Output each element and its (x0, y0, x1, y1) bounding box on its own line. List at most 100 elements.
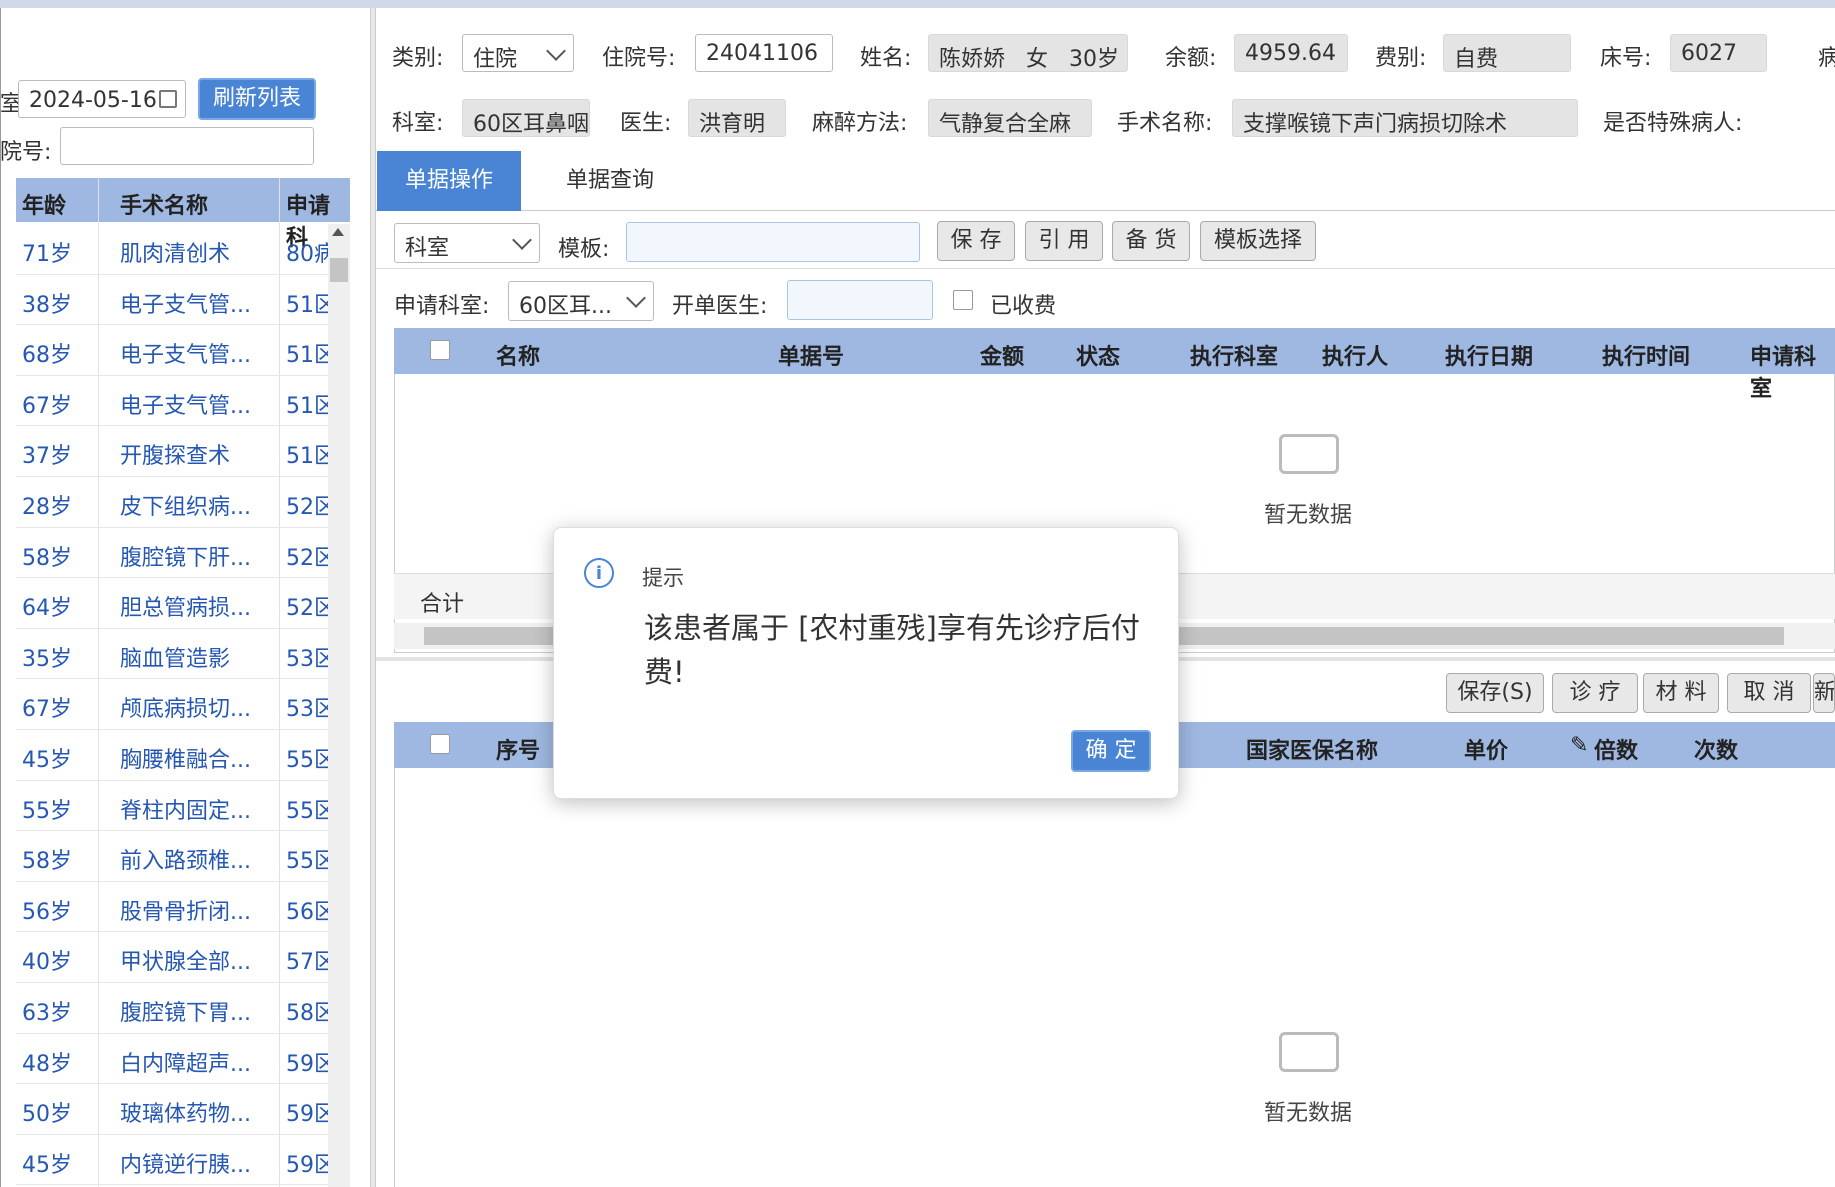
col-surgery: 手术名称 (120, 194, 209, 219)
row-dept: 52区 (286, 494, 330, 520)
row-surgery: 电子支气管... (120, 393, 251, 419)
row-age: 58岁 (22, 545, 72, 571)
tab-document-operation[interactable]: 单据操作 (377, 151, 521, 211)
row-dept: 51区 (286, 444, 330, 470)
row-dept: 59区 (286, 1102, 330, 1128)
gender-value: 女 (1026, 47, 1049, 72)
issuing-doctor-input[interactable] (787, 280, 933, 320)
col-unit-price: 单价 (1464, 739, 1509, 764)
row-dept: 59区 (286, 1051, 330, 1077)
col-age: 年龄 (22, 194, 67, 219)
table-row[interactable]: 45岁 胸腰椎融合... 55区 (16, 730, 330, 781)
row-dept: 53区 (286, 697, 330, 723)
table-row[interactable]: 55岁 脊柱内固定... 55区 (16, 781, 330, 832)
row-age: 67岁 (22, 697, 72, 723)
table-row[interactable]: 38岁 电子支气管... 51区 (16, 275, 330, 326)
ok-button[interactable]: 确 定 (1071, 730, 1151, 772)
row-surgery: 股骨骨折闭... (120, 899, 251, 925)
category-value: 住院 (473, 47, 518, 72)
table-row[interactable]: 58岁 前入路颈椎... 55区 (16, 831, 330, 882)
cite-button[interactable]: 引 用 (1025, 221, 1103, 261)
table-row[interactable]: 45岁 内镜逆行胰... 59区 (16, 1135, 330, 1186)
table-row[interactable]: 63岁 腹腔镜下胃... 58区 (16, 983, 330, 1034)
row-age: 71岁 (22, 242, 72, 267)
chevron-down-icon (512, 230, 532, 250)
table-row[interactable]: 37岁 开腹探查术 51区 (16, 426, 330, 477)
table-row[interactable]: 48岁 白内障超声... 59区 (16, 1034, 330, 1085)
scope-select[interactable]: 科室 (394, 223, 540, 263)
table-row[interactable]: 64岁 胆总管病损... 52区 (16, 578, 330, 629)
refresh-list-button[interactable]: 刷新列表 (198, 78, 316, 120)
apply-dept-select[interactable]: 60区耳... (508, 281, 654, 321)
balance-field: 4959.64 (1234, 34, 1348, 72)
row-age: 58岁 (22, 849, 72, 875)
row-age: 64岁 (22, 596, 72, 622)
tab-document-query[interactable]: 单据查询 (540, 151, 680, 211)
table-row[interactable]: 35岁 脑血管造影 53区 (16, 629, 330, 680)
charged-checkbox[interactable] (953, 290, 973, 310)
chevron-down-icon (546, 41, 566, 61)
col-exec-dept: 执行科室 (1190, 345, 1279, 370)
balance-label: 余额: (1165, 46, 1217, 71)
select-all-checkbox[interactable] (430, 734, 450, 754)
treatment-button[interactable]: 诊 疗 (1552, 673, 1638, 713)
table-row[interactable]: 67岁 颅底病损切... 53区 (16, 679, 330, 730)
doctor-field: 洪育明 (688, 99, 786, 137)
row-surgery: 脊柱内固定... (120, 798, 251, 824)
col-seq: 序号 (496, 739, 541, 764)
template-input[interactable] (626, 222, 920, 262)
row-age: 35岁 (22, 646, 72, 672)
info-icon: i (584, 558, 614, 588)
stock-button[interactable]: 备 货 (1112, 221, 1190, 261)
row-surgery: 胸腰椎融合... (120, 747, 251, 773)
table-row[interactable]: 50岁 玻璃体药物... 59区 (16, 1084, 330, 1135)
inpatient-no-search-input[interactable] (60, 127, 314, 165)
empty-text: 暂无数据 (1264, 1101, 1353, 1126)
table-row[interactable]: 56岁 股骨骨折闭... 56区 (16, 882, 330, 933)
col-times: 次数 (1694, 739, 1739, 764)
row-dept: 55区 (286, 849, 330, 875)
apply-dept-value: 60区耳... (519, 294, 612, 319)
cancel-button[interactable]: 取 消 (1727, 673, 1811, 713)
dialog-title: 提示 (642, 566, 684, 590)
col-executor: 执行人 (1322, 345, 1389, 370)
save-button[interactable]: 保 存 (937, 221, 1015, 261)
name-field: 陈娇娇 女 30岁 (928, 34, 1128, 72)
inpatient-no-field[interactable]: 24041106 (695, 34, 833, 72)
row-surgery: 玻璃体药物... (120, 1102, 251, 1128)
new-button[interactable]: 新 (1813, 673, 1835, 713)
material-button[interactable]: 材 料 (1643, 673, 1719, 713)
scroll-up-icon[interactable] (332, 228, 344, 236)
table-row[interactable]: 28岁 皮下组织病... 52区 (16, 477, 330, 528)
col-exec-time: 执行时间 (1602, 345, 1691, 370)
template-select-button[interactable]: 模板选择 (1200, 221, 1316, 261)
row-surgery: 前入路颈椎... (120, 849, 251, 875)
table-row[interactable]: 58岁 腹腔镜下肝... 52区 (16, 528, 330, 579)
calendar-icon[interactable] (159, 90, 177, 108)
row-age: 67岁 (22, 393, 72, 419)
row-age: 55岁 (22, 798, 72, 824)
select-all-checkbox[interactable] (430, 340, 450, 360)
save-s-button[interactable]: 保存(S) (1446, 673, 1544, 713)
table-row[interactable]: 71岁 肌肉清创术 80病 (16, 224, 330, 275)
col-apply-dept: 申请科室 (1750, 345, 1817, 402)
scope-value: 科室 (405, 236, 450, 261)
scroll-thumb[interactable] (330, 258, 348, 282)
row-age: 56岁 (22, 899, 72, 925)
row-dept: 52区 (286, 596, 330, 622)
category-select[interactable]: 住院 (462, 34, 574, 72)
patient-table-scrollbar[interactable] (328, 224, 350, 1187)
cut-label: 病 (1818, 46, 1835, 71)
row-age: 68岁 (22, 343, 72, 369)
left-edge (0, 8, 1, 1187)
row-dept: 52区 (286, 545, 330, 571)
row-surgery: 甲状腺全部... (120, 950, 251, 976)
fee-type-field: 自费 (1443, 34, 1571, 72)
row-age: 37岁 (22, 444, 72, 470)
table-row[interactable]: 40岁 甲状腺全部... 57区 (16, 932, 330, 983)
table-row[interactable]: 67岁 电子支气管... 51区 (16, 376, 330, 427)
name-label: 姓名: (860, 46, 912, 71)
date-input[interactable]: 2024-05-16 (18, 80, 186, 118)
col-insurance-name: 国家医保名称 (1246, 739, 1379, 764)
table-row[interactable]: 68岁 电子支气管... 51区 (16, 325, 330, 376)
